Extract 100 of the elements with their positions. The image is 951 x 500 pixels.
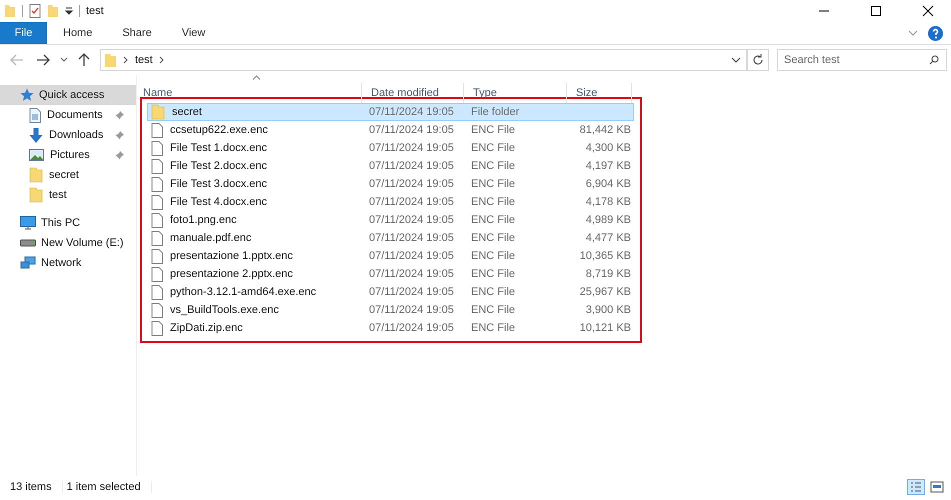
- type-cell-text: ENC File: [471, 178, 516, 190]
- date-cell-text: 07/11/2024 19:05: [369, 304, 455, 316]
- type-cell-text: File folder: [471, 106, 520, 118]
- chevron-icon[interactable]: [60, 57, 68, 63]
- size-cell-text: 4,197 KB: [584, 160, 631, 172]
- file-row[interactable]: File Test 2.docx.enc 07/11/2024 19:05 ENC File 4,197 KB: [147, 157, 634, 175]
- file-row[interactable]: File Test 4.docx.enc 07/11/2024 19:05 ENC File 4,178 KB: [147, 193, 634, 211]
- search-field[interactable]: Search test: [777, 49, 947, 71]
- file-name: foto1.png.enc: [170, 214, 237, 226]
- file-icon: [151, 140, 163, 156]
- ribbon-tab[interactable]: View: [168, 22, 220, 44]
- nav-item[interactable]: secret: [0, 165, 136, 185]
- file-icon: [151, 158, 163, 174]
- selection-count: 1 item selected: [62, 481, 152, 493]
- size-cell-text: 3,900 KB: [584, 304, 631, 316]
- file-name: ccsetup622.exe.enc: [170, 124, 268, 136]
- folder-icon: [29, 167, 43, 183]
- file-row[interactable]: File Test 3.docx.enc 07/11/2024 19:05 ENC File 6,904 KB: [147, 175, 634, 193]
- date-cell-text: 07/11/2024 19:05: [369, 268, 455, 280]
- nav-item[interactable]: This PC: [0, 213, 136, 233]
- file-row[interactable]: foto1.png.enc 07/11/2024 19:05 ENC File 4,989 KB: [147, 211, 634, 229]
- file-row[interactable]: ccsetup622.exe.enc 07/11/2024 19:05 ENC File 81,442 KB: [147, 121, 634, 139]
- document-icon: [29, 108, 41, 122]
- nav-item[interactable]: Quick access: [0, 85, 136, 105]
- chevron-right-icon: [158, 56, 165, 64]
- file-row[interactable]: presentazione 1.pptx.enc 07/11/2024 19:05 ENC File 10,365 KB: [147, 247, 634, 265]
- type-cell-text: ENC File: [471, 304, 516, 316]
- pin-icon[interactable]: [115, 130, 124, 140]
- date-cell-text: 07/11/2024 19:05: [369, 286, 455, 298]
- date-cell-text: 07/11/2024 19:05: [369, 160, 455, 172]
- file-row[interactable]: presentazione 2.pptx.enc 07/11/2024 19:05 ENC File 8,719 KB: [147, 265, 634, 283]
- chevron-right-icon: [123, 56, 129, 64]
- ribbon-tab[interactable]: Share: [108, 22, 166, 44]
- nav-item[interactable]: Network: [0, 253, 136, 273]
- date-cell-text: 07/11/2024 19:05: [369, 232, 455, 244]
- type-cell-text: ENC File: [471, 322, 516, 334]
- file-row[interactable]: vs_BuildTools.exe.enc 07/11/2024 19:05 ENC File 3,900 KB: [147, 301, 634, 319]
- date-cell-text: 07/11/2024 19:05: [369, 322, 455, 334]
- file-name: presentazione 1.pptx.enc: [170, 250, 293, 262]
- file-icon: [151, 320, 163, 336]
- file-name: secret: [172, 106, 202, 118]
- type-cell-text: ENC File: [471, 196, 516, 208]
- file-row[interactable]: File Test 1.docx.enc 07/11/2024 19:05 ENC File 4,300 KB: [147, 139, 634, 157]
- drive-icon: [20, 239, 36, 247]
- file-name: presentazione 2.pptx.enc: [170, 268, 293, 280]
- monitor-icon: [20, 216, 36, 230]
- file-name: File Test 4.docx.enc: [170, 196, 268, 208]
- date-cell-text: 07/11/2024 19:05: [369, 124, 455, 136]
- address-bar[interactable]: test: [100, 49, 747, 71]
- network-icon: [20, 256, 36, 270]
- search-icon: [929, 55, 939, 65]
- forward-arrow-icon[interactable]: [36, 54, 50, 66]
- size-cell-text: 10,121 KB: [578, 322, 631, 334]
- window-title: test: [86, 5, 104, 17]
- nav-item[interactable]: Downloads: [0, 125, 136, 145]
- file-row[interactable]: secret 07/11/2024 19:05 File folder: [147, 103, 634, 121]
- type-cell-text: ENC File: [471, 142, 516, 154]
- large-icons-view-icon[interactable]: [929, 479, 945, 495]
- refresh-icon[interactable]: [747, 49, 769, 71]
- nav-item[interactable]: New Volume (E:): [0, 233, 136, 253]
- nav-item[interactable]: Documents: [0, 105, 136, 125]
- date-cell-text: 07/11/2024 19:05: [369, 106, 455, 118]
- file-icon: [151, 266, 163, 282]
- size-cell-text: 81,442 KB: [578, 124, 631, 136]
- file-icon: [151, 122, 163, 138]
- dropdown-icon[interactable]: [65, 7, 73, 15]
- file-menu-button[interactable]: File: [0, 22, 47, 44]
- file-icon: [151, 284, 163, 300]
- up-arrow-icon[interactable]: [78, 53, 90, 67]
- folder-icon: [151, 104, 165, 120]
- nav-item[interactable]: Pictures: [0, 145, 136, 165]
- type-cell-text: ENC File: [471, 232, 516, 244]
- file-row[interactable]: ZipDati.zip.enc 07/11/2024 19:05 ENC File 10,121 KB: [147, 319, 634, 337]
- down-arrow-icon: [29, 128, 43, 142]
- star-icon: [20, 88, 34, 102]
- type-cell-text: ENC File: [471, 268, 516, 280]
- file-name: ZipDati.zip.enc: [170, 322, 243, 334]
- nav-item[interactable]: test: [0, 185, 136, 205]
- size-cell-text: 4,477 KB: [584, 232, 631, 244]
- file-row[interactable]: manuale.pdf.enc 07/11/2024 19:05 ENC File 4,477 KB: [147, 229, 634, 247]
- breadcrumb[interactable]: test: [135, 54, 153, 66]
- pin-icon[interactable]: [115, 110, 124, 120]
- file-row[interactable]: python-3.12.1-amd64.exe.enc 07/11/2024 19:05 ENC File 25,967 KB: [147, 283, 634, 301]
- pin-icon[interactable]: [115, 150, 124, 160]
- ribbon-tab[interactable]: Home: [49, 22, 106, 44]
- chevron-icon[interactable]: [731, 56, 741, 64]
- folder-icon: [104, 52, 117, 68]
- folder-icon: [29, 187, 43, 203]
- help-icon[interactable]: [928, 26, 943, 40]
- file-icon: [151, 212, 163, 228]
- type-cell-text: ENC File: [471, 250, 516, 262]
- size-cell-text: 4,178 KB: [584, 196, 631, 208]
- file-icon: [151, 194, 163, 210]
- type-cell-text: ENC File: [471, 160, 516, 172]
- size-cell-text: 25,967 KB: [578, 286, 631, 298]
- checklist-icon[interactable]: [29, 4, 41, 18]
- type-cell-text: ENC File: [471, 214, 516, 226]
- date-cell-text: 07/11/2024 19:05: [369, 214, 455, 226]
- details-view-icon[interactable]: [907, 479, 925, 495]
- date-cell-text: 07/11/2024 19:05: [369, 250, 455, 262]
